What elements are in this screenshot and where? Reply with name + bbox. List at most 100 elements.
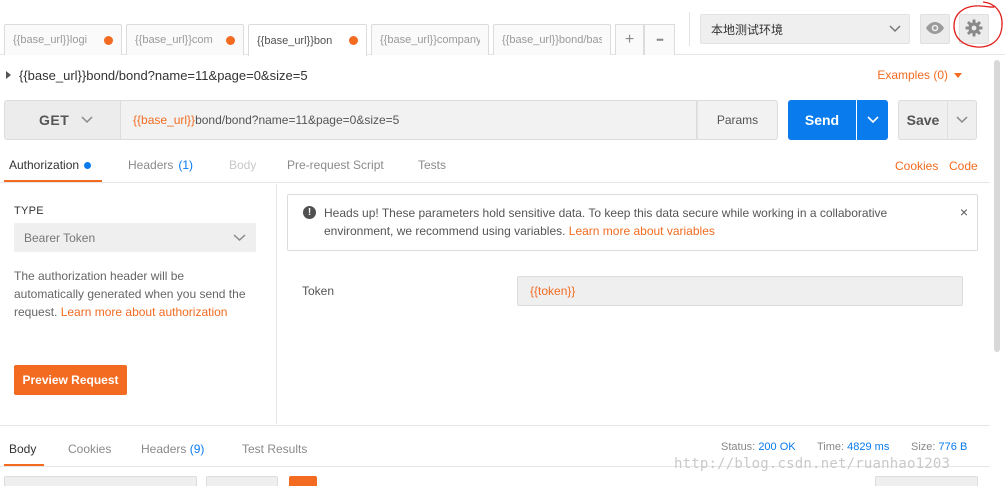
auth-type-value: Bearer Token	[24, 230, 96, 245]
manage-environments-button[interactable]	[959, 14, 989, 44]
tab-body[interactable]: Body	[229, 158, 256, 172]
status-info: Status: 200 OK	[721, 441, 796, 453]
chevron-down-icon	[81, 113, 93, 127]
tab-response-cookies[interactable]: Cookies	[68, 442, 111, 456]
eye-icon	[925, 21, 945, 38]
time-label: Time:	[817, 441, 845, 453]
environment-label: 本地测试环境	[711, 22, 784, 37]
save-label: Save	[906, 112, 940, 128]
request-tab-bar: {{base_url}}logi {{base_url}}com {{base_…	[0, 0, 1005, 56]
new-tab-button[interactable]: +	[615, 24, 644, 55]
tab-label: Pre-request Script	[287, 158, 384, 172]
learn-more-authorization-link[interactable]: Learn more about authorization	[61, 305, 228, 319]
environment-quick-look-button[interactable]	[920, 14, 950, 44]
params-button[interactable]: Params	[697, 100, 778, 140]
tab-label: Headers	[141, 442, 187, 456]
scrollbar-thumb[interactable]	[994, 60, 1000, 352]
size-info: Size: 776 B	[911, 441, 967, 453]
tab-label: Body	[229, 158, 257, 172]
request-title-row: {{base_url}}bond/bond?name=11&page=0&siz…	[0, 62, 990, 88]
tab-label: {{base_url}}bon	[257, 34, 333, 47]
tab-authorization[interactable]: Authorization	[9, 158, 92, 172]
wrap-lines-button[interactable]	[289, 476, 317, 486]
caret-right-icon[interactable]	[6, 71, 11, 79]
ellipsis-icon: •••	[656, 35, 664, 45]
caret-down-icon	[954, 72, 962, 78]
url-variable: {{base_url}}	[133, 113, 196, 127]
send-button[interactable]: Send	[788, 100, 856, 140]
request-tab-active[interactable]: {{base_url}}bon	[248, 24, 367, 56]
code-link[interactable]: Code	[949, 159, 978, 173]
size-label: Size:	[911, 441, 936, 453]
url-path: bond/bond?name=11&page=0&size=5	[195, 113, 400, 127]
cookies-link[interactable]: Cookies	[895, 159, 938, 173]
chevron-down-icon	[866, 113, 879, 127]
request-tab[interactable]: {{base_url}}company	[371, 24, 489, 55]
chevron-down-icon	[956, 113, 968, 127]
auth-type-panel: TYPE Bearer Token The authorization head…	[0, 184, 277, 424]
response-format-select[interactable]	[206, 476, 278, 486]
auth-type-select[interactable]: Bearer Token	[14, 223, 256, 252]
tab-label: Tests	[418, 158, 447, 172]
tab-label: {{base_url}}logi	[13, 34, 88, 46]
chevron-down-icon	[233, 231, 246, 245]
learn-more-variables-link[interactable]: Learn more about variables	[569, 224, 715, 238]
sensitive-data-notice: ! Heads up! These parameters hold sensit…	[287, 194, 978, 251]
tab-headers[interactable]: Headers (1)	[128, 158, 193, 172]
unsaved-dot-icon	[104, 35, 113, 45]
tab-label: {{base_url}}bond/bas	[502, 34, 602, 46]
gear-icon	[965, 19, 983, 40]
status-dot-icon	[84, 161, 92, 169]
tab-response-headers[interactable]: Headers (9)	[141, 442, 204, 456]
request-title[interactable]: {{base_url}}bond/bond?name=11&page=0&siz…	[19, 68, 308, 83]
examples-label: Examples (0)	[877, 68, 948, 82]
status-label: Status:	[721, 441, 756, 453]
response-view-select[interactable]	[4, 476, 197, 486]
headers-count: (1)	[178, 158, 194, 172]
save-button[interactable]: Save	[898, 100, 948, 140]
tab-test-results[interactable]: Test Results	[242, 442, 307, 456]
request-tab[interactable]: {{base_url}}logi	[4, 24, 122, 55]
headers-count: (9)	[189, 442, 205, 456]
time-value: 4829 ms	[847, 441, 890, 453]
chevron-down-icon	[881, 25, 909, 33]
notice-text: Heads up! These parameters hold sensitiv…	[324, 204, 934, 240]
request-tab[interactable]: {{base_url}}bond/bas	[493, 24, 611, 55]
watermark: http://blog.csdn.net/ruanhao1203	[674, 456, 951, 472]
status-value: 200 OK	[758, 441, 796, 453]
request-tab[interactable]: {{base_url}}com	[126, 24, 244, 55]
more-tabs-button[interactable]: •••	[644, 24, 675, 55]
send-options-button[interactable]	[857, 100, 888, 140]
active-tab-indicator	[4, 180, 102, 182]
params-label: Params	[716, 113, 759, 127]
tab-response-body[interactable]: Body	[9, 442, 36, 456]
close-icon[interactable]: ×	[960, 204, 968, 220]
tab-label: {{base_url}}company	[380, 34, 480, 46]
preview-label: Preview Request	[22, 373, 119, 387]
preview-request-button[interactable]: Preview Request	[14, 365, 127, 395]
tab-label: Headers	[128, 158, 174, 172]
scrollbar[interactable]	[991, 56, 1005, 486]
token-label: Token	[302, 284, 335, 298]
divider	[689, 12, 690, 46]
send-label: Send	[804, 112, 840, 128]
examples-dropdown[interactable]: Examples (0)	[877, 68, 962, 82]
token-input[interactable]: {{token}}	[517, 276, 963, 306]
alert-icon: !	[303, 206, 316, 219]
token-value: {{token}}	[530, 284, 576, 298]
tab-pre-request-script[interactable]: Pre-request Script	[287, 158, 384, 172]
tab-label: Authorization	[9, 158, 80, 172]
method-label: GET	[39, 112, 70, 128]
method-select[interactable]: GET	[4, 100, 120, 140]
time-info: Time: 4829 ms	[817, 441, 889, 453]
response-search-input[interactable]	[875, 476, 978, 486]
plus-icon: +	[624, 31, 635, 48]
request-tabs: Authorization Headers (1) Body Pre-reque…	[0, 150, 990, 183]
url-input[interactable]: {{base_url}} bond/bond?name=11&page=0&siz…	[120, 100, 697, 140]
active-tab-indicator	[4, 464, 44, 466]
auth-description: The authorization header will be automat…	[14, 267, 254, 321]
auth-type-heading: TYPE	[14, 205, 44, 217]
environment-select[interactable]: 本地测试环境	[700, 14, 910, 44]
save-options-button[interactable]	[947, 100, 977, 140]
tab-tests[interactable]: Tests	[418, 158, 446, 172]
